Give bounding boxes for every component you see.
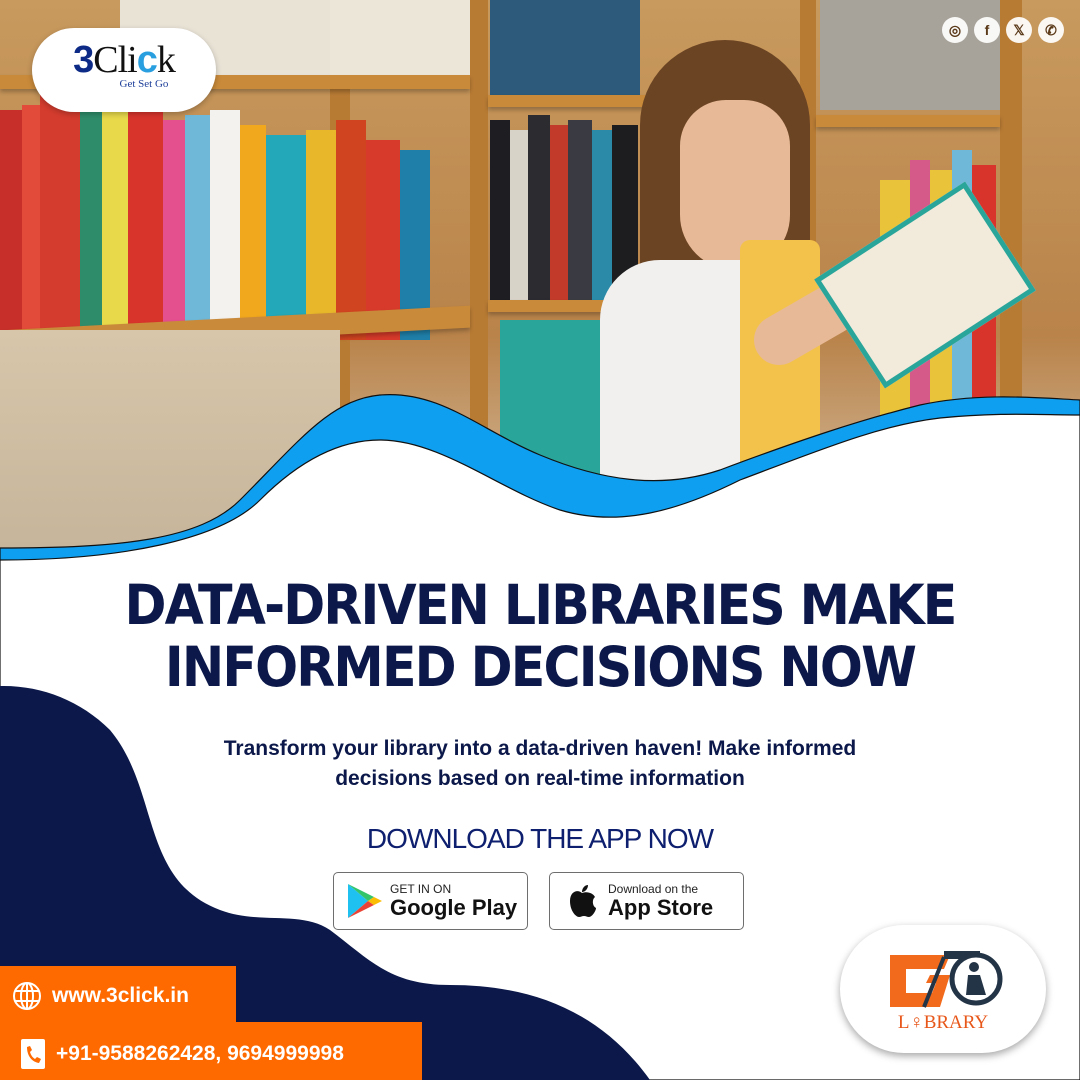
headline-line-2: INFORMED DECISIONS NOW <box>164 635 917 699</box>
phone-numbers[interactable]: +91-9588262428, 9694999998 <box>56 1042 344 1066</box>
subtext-line-2: decisions based on real-time information <box>335 767 745 790</box>
apple-icon <box>570 885 596 917</box>
app-store-small-label: Download on the <box>608 881 699 896</box>
go-library-logo[interactable]: L♀BRARY <box>840 925 1046 1053</box>
website-row[interactable]: www.3click.in <box>12 981 189 1011</box>
decorative-waves <box>0 393 1080 1080</box>
social-links: ◎ f 𝕏 ✆ <box>942 17 1064 43</box>
whatsapp-icon[interactable]: ✆ <box>1038 17 1064 43</box>
subtext-line-1: Transform your library into a data-drive… <box>223 737 857 760</box>
download-cta: DOWNLOAD THE APP NOW <box>366 823 714 854</box>
app-store-label: App Store <box>608 894 714 920</box>
app-store-button[interactable]: Download on the App Store <box>549 872 744 930</box>
brand-logo[interactable]: 3Click Get Set Go <box>32 28 216 112</box>
headline-line-1: DATA-DRIVEN LIBRARIES MAKE <box>124 573 957 637</box>
go-library-name: L♀BRARY <box>898 1012 989 1033</box>
brand-logo-text: 3Click <box>73 39 176 81</box>
go-library-mark: L♀BRARY <box>890 951 1003 1033</box>
google-play-icon <box>348 884 382 918</box>
google-play-small-label: GET IN ON <box>390 881 452 896</box>
google-play-button[interactable]: GET IN ON Google Play <box>333 872 528 930</box>
headline: DATA-DRIVEN LIBRARIES MAKE INFORMED DECI… <box>43 574 1037 698</box>
website-link[interactable]: www.3click.in <box>52 984 189 1008</box>
globe-icon <box>13 982 41 1010</box>
phone-row[interactable]: +91-9588262428, 9694999998 <box>20 1038 344 1070</box>
google-play-label: Google Play <box>390 894 518 920</box>
instagram-icon[interactable]: ◎ <box>942 17 968 43</box>
facebook-icon[interactable]: f <box>974 17 1000 43</box>
x-twitter-icon[interactable]: 𝕏 <box>1006 17 1032 43</box>
subtext: Transform your library into a data-drive… <box>0 734 1080 794</box>
phone-book-icon <box>21 1039 45 1069</box>
